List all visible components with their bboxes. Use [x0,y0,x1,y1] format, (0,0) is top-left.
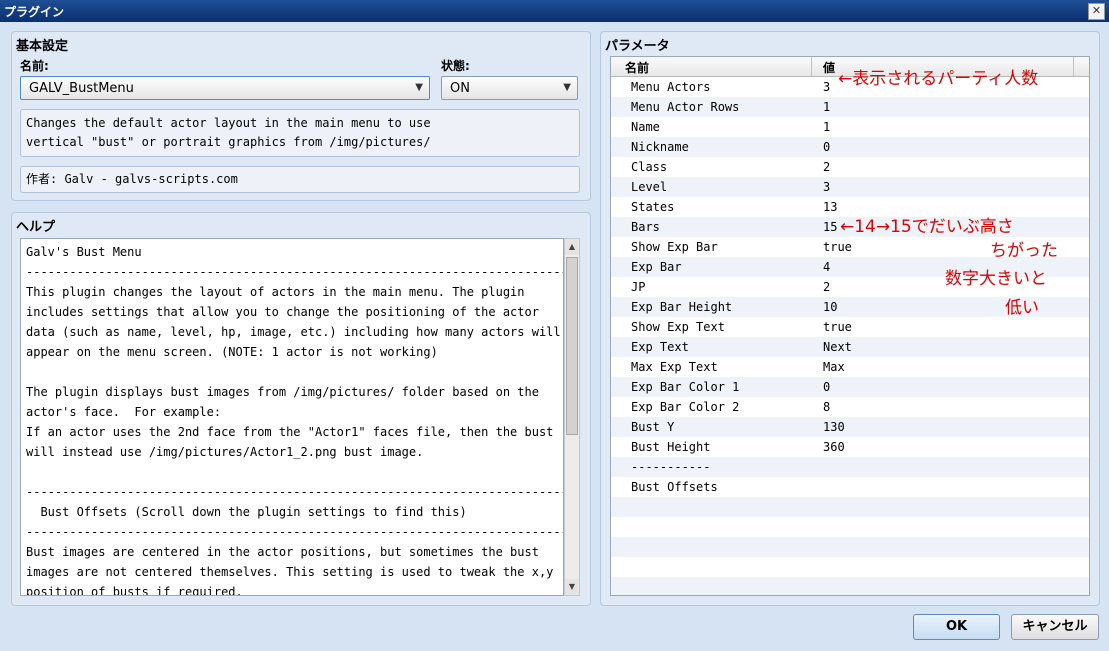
param-name: Level [631,180,668,194]
param-name: Nickname [631,140,689,154]
table-row[interactable]: Class 2 [611,157,1089,177]
table-row[interactable]: Show Exp Text true [611,317,1089,337]
param-value: 4 [823,260,831,274]
param-name: Exp Bar Color 1 [631,380,740,394]
table-row[interactable]: Max Exp Text Max [611,357,1089,377]
param-name: Name [631,120,660,134]
param-name: Exp Bar [631,260,682,274]
annotation-bars-2: ちがった [990,241,1058,261]
param-value: 3 [823,180,831,194]
param-value: 130 [823,420,845,434]
param-name: Bars [631,220,660,234]
parameters-table: 名前 値 Menu Actors 3 Menu Actor Rows 1 Name 1 Ni… [610,56,1090,596]
table-row[interactable]: Bust Height 360 [611,437,1089,457]
table-row[interactable]: ----------- [611,457,1089,477]
annotation-bars-4: 低い [1005,298,1039,318]
annotation-bars-3: 数字大きいと [945,269,1047,289]
param-value: Next [823,340,852,354]
param-name: JP [631,280,646,294]
table-row[interactable]: Exp Bar Color 1 0 [611,377,1089,397]
name-label: 名前: [20,59,49,73]
scroll-up-icon[interactable]: ▲ [565,239,579,255]
table-row[interactable] [611,577,1089,595]
help-text: Galv's Bust Menu -----------------------… [26,245,564,596]
state-value: ON [450,81,470,96]
param-value: 15 [823,220,838,234]
param-value: 2 [823,280,831,294]
state-label: 状態: [441,59,470,73]
param-value: 1 [823,120,831,134]
param-value: true [823,320,852,334]
parameter-rows: Menu Actors 3 Menu Actor Rows 1 Name 1 Nicknam… [611,77,1089,595]
param-name: Menu Actors [631,80,711,94]
param-name: ----------- [631,460,711,474]
param-name: Bust Y [631,420,675,434]
scroll-down-icon[interactable]: ▼ [565,579,579,595]
param-value: 0 [823,140,831,154]
param-name: States [631,200,675,214]
plugin-name-value: GALV_BustMenu [29,81,134,96]
table-row[interactable] [611,537,1089,557]
table-row[interactable] [611,517,1089,537]
parameters-title: パラメータ [605,39,670,54]
param-value: 13 [823,200,838,214]
table-row[interactable] [611,557,1089,577]
param-value: Max [823,360,845,374]
window-title: プラグイン [4,5,65,19]
param-name: Bust Offsets [631,480,718,494]
table-row[interactable]: Nickname 0 [611,137,1089,157]
table-row[interactable]: Exp Bar Color 2 8 [611,397,1089,417]
table-row[interactable]: Menu Actor Rows 1 [611,97,1089,117]
param-value: 10 [823,300,838,314]
param-name: Exp Bar Color 2 [631,400,740,414]
help-scrollbar[interactable]: ▲ ▼ [564,238,580,596]
param-value: 0 [823,380,831,394]
param-name: Exp Bar Height [631,300,733,314]
table-row[interactable]: Bust Y 130 [611,417,1089,437]
param-value: 2 [823,160,831,174]
state-select[interactable]: ON ▼ [441,76,578,100]
table-row[interactable] [611,497,1089,517]
column-header-value[interactable]: 値 [823,59,835,76]
basic-settings-title: 基本設定 [16,39,69,54]
param-value: 3 [823,80,831,94]
param-name: Max Exp Text [631,360,718,374]
table-row[interactable]: Exp Text Next [611,337,1089,357]
param-name: Exp Text [631,340,689,354]
table-row[interactable]: Name 1 [611,117,1089,137]
column-divider [1073,57,1074,76]
param-name: Menu Actor Rows [631,100,740,114]
param-name: Bust Height [631,440,711,454]
close-button[interactable]: ✕ [1088,3,1105,20]
plugin-author: 作者: Galv - galvs-scripts.com [20,166,580,193]
column-divider [811,57,812,76]
chevron-down-icon: ▼ [415,82,423,93]
annotation-bars: ←14→15でだいぶ高さ [840,217,1014,237]
param-value: true [823,240,852,254]
ok-button[interactable]: OK [913,614,1000,640]
table-row[interactable]: Bust Offsets [611,477,1089,497]
chevron-down-icon: ▼ [563,82,571,93]
title-bar: プラグイン ✕ [0,0,1109,22]
help-title: ヘルプ [16,220,56,235]
help-text-area[interactable]: Galv's Bust Menu -----------------------… [20,238,564,596]
plugin-description: Changes the default actor layout in the … [20,109,580,157]
param-name: Class [631,160,668,174]
scroll-thumb[interactable] [566,257,578,435]
table-row[interactable]: Level 3 [611,177,1089,197]
annotation-menu-actors: ←表示されるパーティ人数 [838,69,1039,89]
cancel-button[interactable]: キャンセル [1011,614,1099,640]
param-name: Show Exp Bar [631,240,718,254]
column-header-name[interactable]: 名前 [625,59,649,76]
param-value: 360 [823,440,845,454]
param-name: Show Exp Text [631,320,725,334]
param-value: 1 [823,100,831,114]
plugin-name-select[interactable]: GALV_BustMenu ▼ [20,76,430,100]
param-value: 8 [823,400,831,414]
